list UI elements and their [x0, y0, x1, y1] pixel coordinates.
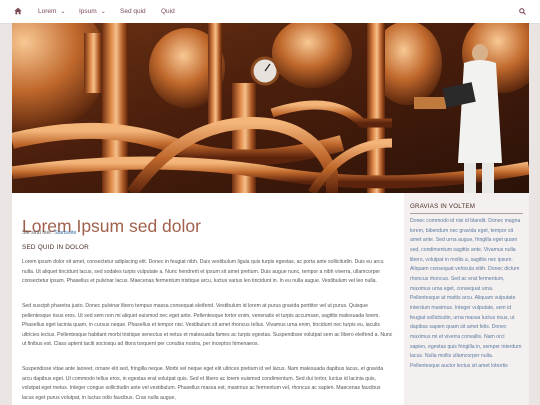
nav-item-ipsum[interactable]: Ipsum ⌄ [79, 0, 106, 23]
nav-item-lorem[interactable]: Lorem ⌄ [38, 0, 65, 23]
body-paragraph: Suspendisse vitae ante laoreet, ornare e… [22, 366, 384, 401]
sidebar-divider [410, 213, 523, 214]
body-paragraph: Lorem ipsum dolor sit amet, consectetur … [22, 259, 384, 285]
home-link[interactable] [14, 0, 26, 23]
section-heading: SED QUID IN DOLOR [22, 244, 89, 251]
search-button[interactable] [516, 0, 526, 23]
nav-item-label: Ipsum [79, 8, 97, 15]
nav-item-label: Lorem [38, 8, 57, 15]
nav-item-quid[interactable]: Quid [161, 0, 175, 23]
sidebar-text: Donec commodo id nisi id blandit. Donec … [410, 218, 522, 369]
copper-brewery-photo [12, 23, 529, 193]
body-paragraph: Sed suscipit pharetra justo. Donec pulvi… [22, 303, 393, 348]
chevron-down-icon: ⌄ [60, 9, 66, 15]
search-icon [519, 8, 526, 15]
chevron-down-icon: ⌄ [100, 9, 106, 15]
sidebar-heading: GRAVIAS IN VOLTEM [410, 203, 476, 210]
home-icon [14, 7, 22, 15]
nav-item-sed-quid[interactable]: Sed quid [120, 0, 146, 23]
top-navigation: Lorem ⌄ Ipsum ⌄ Sed quid Quid [0, 0, 540, 24]
hero-image [12, 23, 529, 193]
breadcrumb: Sie sind hier: Startseite [22, 230, 76, 236]
nav-item-label: Sed quid [120, 8, 146, 15]
breadcrumb-link-home[interactable]: Startseite [54, 230, 76, 236]
main-content: Lorem Ipsum sed dolor Sie sind hier: Sta… [12, 193, 404, 405]
sidebar: GRAVIAS IN VOLTEM Donec commodo id nisi … [404, 193, 529, 405]
nav-item-label: Quid [161, 8, 175, 15]
breadcrumb-prefix: Sie sind hier: [22, 230, 53, 236]
